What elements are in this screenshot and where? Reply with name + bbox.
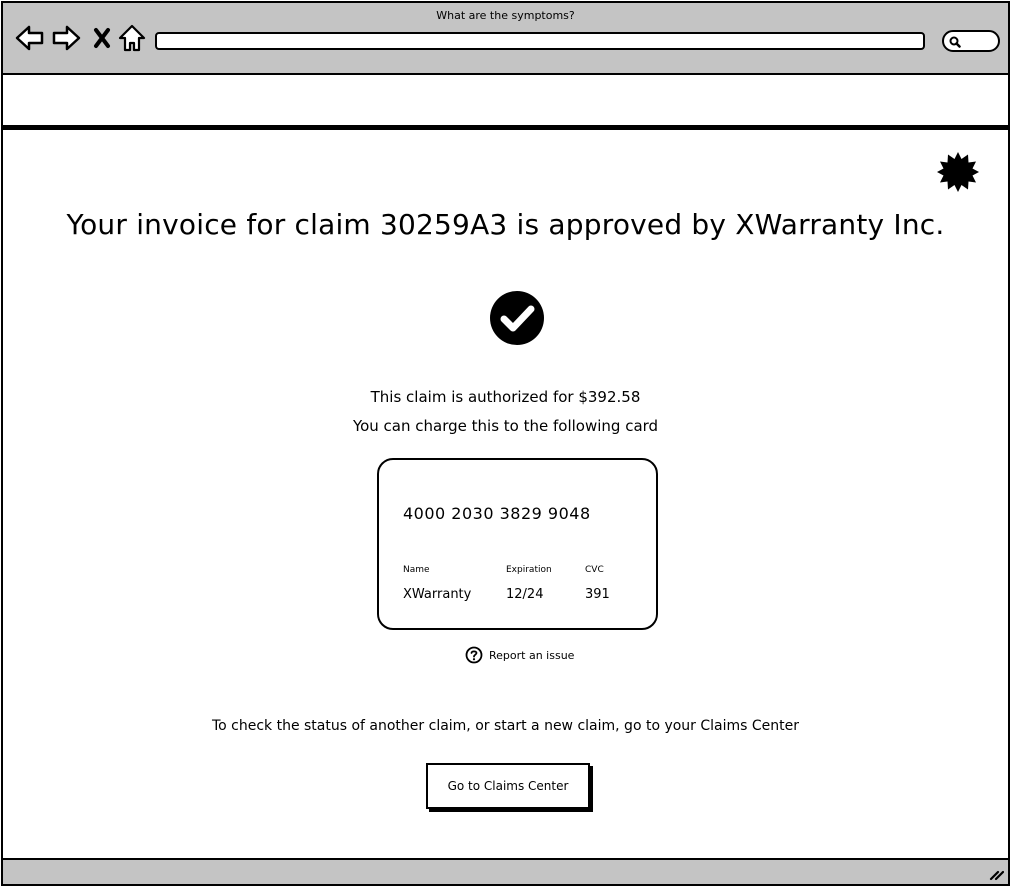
charge-instruction-text: You can charge this to the following car… [352,417,659,435]
badge-icon [936,150,980,198]
resize-grip-icon[interactable] [988,865,1004,881]
browser-window: What are the symptoms? Your invoice for … [1,1,1010,886]
back-button[interactable] [15,23,45,53]
stop-button[interactable] [91,23,113,53]
check-circle-icon [488,289,546,351]
card-number: 4000 2030 3829 9048 [403,504,591,523]
report-issue-label: Report an issue [489,648,575,662]
browser-toolbar [3,75,1008,130]
card-expiration-value: 12/24 [506,587,544,602]
window-title: What are the symptoms? [436,9,575,22]
help-circle-icon [465,646,483,664]
address-bar[interactable] [155,32,925,50]
back-arrow-icon [15,25,44,51]
forward-arrow-icon [52,25,81,51]
forward-button[interactable] [51,23,81,53]
card-cvc-value: 391 [585,587,610,602]
stop-icon [94,28,110,48]
card-name-value: XWarranty [403,587,472,602]
home-button[interactable] [117,23,147,53]
search-box[interactable] [942,30,1000,52]
authorized-amount-text: This claim is authorized for $392.58 [370,388,641,406]
card-cvc-label: CVC [585,565,604,575]
browser-statusbar [3,858,1008,884]
home-icon [118,24,146,52]
claims-center-info-text: To check the status of another claim, or… [211,718,800,734]
browser-titlebar: What are the symptoms? [3,3,1008,75]
card-name-label: Name [403,565,430,575]
report-issue-link[interactable]: Report an issue [465,646,574,664]
page-content: Your invoice for claim 30259A3 is approv… [3,130,1008,858]
page-title: Your invoice for claim 30259A3 is approv… [66,208,945,241]
card-expiration-label: Expiration [506,565,552,575]
search-icon [949,36,961,48]
go-to-claims-center-button[interactable]: Go to Claims Center [426,763,590,809]
payment-card: 4000 2030 3829 9048 Name Expiration CVC … [377,458,658,630]
